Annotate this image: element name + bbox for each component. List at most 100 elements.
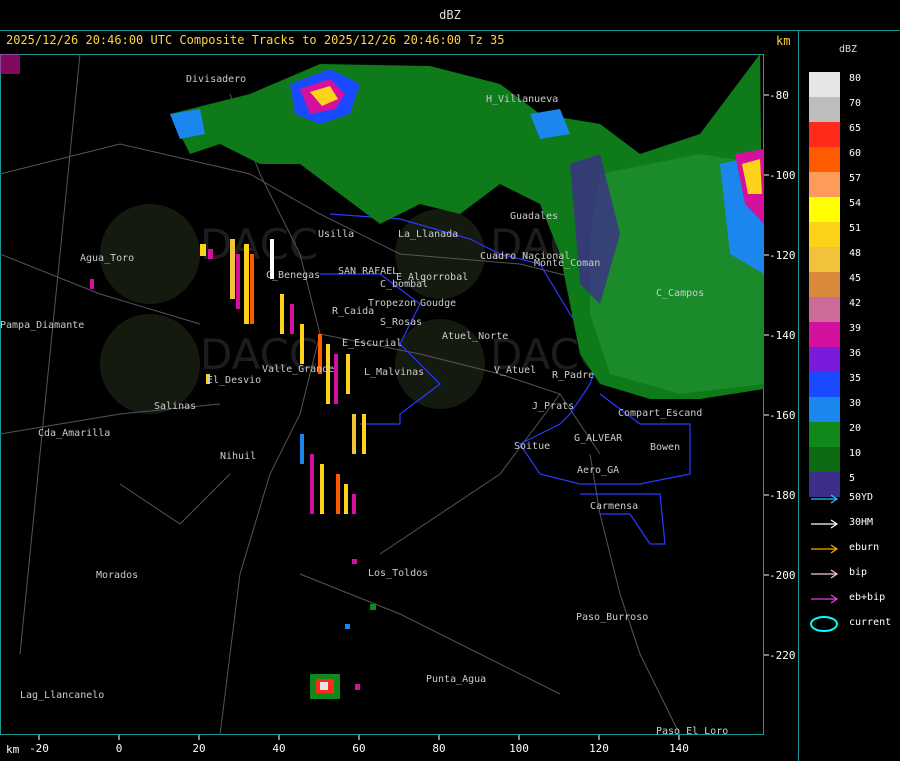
window-title: dBZ — [0, 0, 900, 31]
track-arrow-icon — [811, 544, 839, 554]
y-tick-label: -100 — [769, 169, 796, 182]
place-12: Tropezon — [368, 298, 416, 309]
place-4: Pampa_Diamante — [0, 320, 84, 331]
x-tick-label: 140 — [669, 742, 689, 755]
legend-swatch — [809, 97, 840, 122]
legend-swatch — [809, 297, 840, 322]
track-legend-label: eburn — [849, 542, 880, 553]
y-tick-label: -160 — [769, 409, 796, 422]
place-5: Usilla — [318, 229, 354, 240]
place-36: Lag_Llancanelo — [20, 690, 104, 701]
track-legend-label: current — [849, 617, 892, 628]
place-6: La_Llanada — [398, 229, 458, 240]
track-legend-label: bip — [849, 567, 868, 578]
place-16: Atuel_Norte — [442, 331, 508, 342]
place-32: Morados — [96, 570, 138, 581]
legend-swatch-label: 36 — [849, 348, 862, 359]
x-tick-label: 20 — [192, 742, 205, 755]
x-axis-bottom: km -20 0 20 40 60 80 100 120 140 — [6, 735, 689, 756]
place-24: J_Prats — [532, 401, 574, 412]
place-3: Agua_Toro — [80, 253, 134, 264]
legend-swatch — [809, 72, 840, 97]
place-1: H_Villanueva — [486, 94, 558, 105]
place-23: R_Padre — [552, 370, 594, 381]
legend-swatch-label: 60 — [849, 148, 862, 159]
place-35: Punta_Agua — [426, 674, 486, 685]
place-11: E_Algorrobal — [396, 272, 468, 283]
header-timestamp: 2025/12/26 20:46:00 UTC Composite Tracks… — [6, 33, 505, 47]
legend-swatch-label: 30 — [849, 398, 862, 409]
y-tick-label: -220 — [769, 649, 796, 662]
place-31: Carmensa — [590, 501, 638, 512]
legend-swatch-label: 10 — [849, 448, 862, 459]
legend-swatch — [809, 372, 840, 397]
x-tick-label: 100 — [509, 742, 529, 755]
place-29: Bowen — [650, 442, 680, 453]
track-legend-label: 50YD — [849, 492, 874, 503]
track-arrow-icon — [811, 569, 839, 579]
place-30: Aero_GA — [577, 465, 619, 476]
legend-swatch-label: 54 — [849, 198, 862, 209]
legend-swatch — [809, 122, 840, 147]
place-8: C_Benegas — [266, 270, 320, 281]
x-axis-unit: km — [6, 743, 20, 756]
place-14: R_Caida — [332, 306, 374, 317]
place-37: Paso_El_Loro — [656, 726, 728, 735]
x-tick-label: -20 — [29, 742, 49, 755]
legend-panel: dBZ 80 70 65 60 57 54 51 48 45 42 39 36 35 30 20 10 5 50… — [798, 30, 900, 761]
legend-swatch — [809, 422, 840, 447]
track-arrow-icon — [811, 519, 839, 529]
place-39: C_Campos — [656, 288, 704, 299]
place-2: Guadales — [510, 211, 558, 222]
legend-swatch — [809, 347, 840, 372]
legend-swatch — [809, 172, 840, 197]
place-33: Los_Toldos — [368, 568, 428, 579]
y-tick-label: -80 — [769, 89, 789, 102]
legend-swatch-label: 5 — [849, 473, 856, 484]
legend-swatch-label: 45 — [849, 273, 862, 284]
legend-swatch-label: 57 — [849, 173, 862, 184]
y-tick-label: -140 — [769, 329, 796, 342]
legend-swatch-label: 42 — [849, 298, 862, 309]
place-15: S_Rosas — [380, 317, 422, 328]
place-17: E_Escurial — [342, 338, 402, 349]
legend-swatch — [809, 147, 840, 172]
legend-swatch — [809, 197, 840, 222]
place-13: Goudge — [420, 298, 456, 309]
legend-swatch-label: 70 — [849, 98, 862, 109]
place-18: Valle_Grande — [262, 364, 334, 375]
legend-swatch — [809, 222, 840, 247]
track-arrow-icon — [811, 594, 839, 604]
legend-swatch-label: 20 — [849, 423, 862, 434]
x-tick-label: 0 — [116, 742, 123, 755]
legend-swatch — [809, 322, 840, 347]
legend-swatch-label: 39 — [849, 323, 862, 334]
legend-swatch-label: 65 — [849, 123, 862, 134]
watermark-dacc-1: DACC — [200, 220, 318, 269]
place-22: V_Atuel — [494, 365, 536, 376]
x-tick-label: 40 — [272, 742, 285, 755]
legend-swatch-label: 80 — [849, 73, 862, 84]
place-27: G_ALVEAR — [574, 433, 623, 444]
x-tick-label: 60 — [352, 742, 365, 755]
place-20: El_Desvio — [207, 375, 261, 386]
current-ellipse-icon — [810, 616, 838, 632]
legend-title: dBZ — [839, 44, 858, 55]
y-tick-label: -180 — [769, 489, 796, 502]
place-28: Soitue — [514, 441, 550, 452]
place-25: Cda_Amarilla — [38, 428, 110, 439]
place-34: Paso_Burroso — [576, 612, 648, 623]
place-21: Salinas — [154, 401, 196, 412]
legend-swatch — [809, 272, 840, 297]
legend-swatch — [809, 397, 840, 422]
y-axis-right: -80 -100 -120 -140 -160 -180 -200 -220 — [764, 89, 796, 662]
radar-map[interactable]: DACC DACC DACC DACC Divisadero H_Villanu… — [0, 54, 764, 735]
place-38: Compart_Escand — [618, 408, 702, 419]
legend-swatch — [809, 447, 840, 472]
place-0: Divisadero — [186, 74, 246, 85]
legend-swatch-label: 35 — [849, 373, 862, 384]
place-26: Nihuil — [220, 451, 256, 462]
legend-swatch-label: 51 — [849, 223, 862, 234]
place-40: Monte_Coman — [534, 258, 600, 269]
track-arrow-icon — [811, 494, 839, 504]
